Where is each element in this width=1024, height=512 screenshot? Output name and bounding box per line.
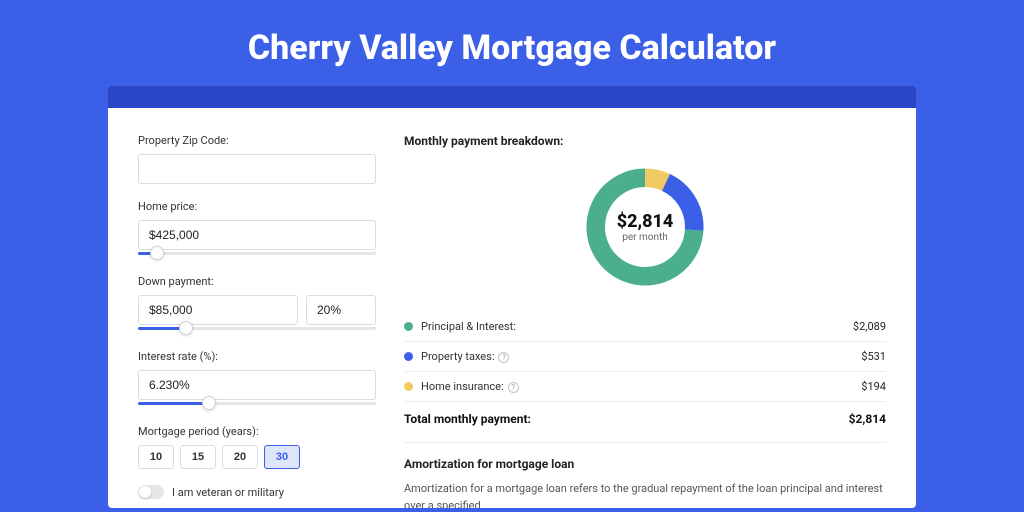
total-value: $2,814: [849, 412, 886, 426]
legend-value: $194: [861, 380, 886, 393]
interest-rate-input[interactable]: [138, 370, 376, 400]
mortgage-period-label: Mortgage period (years):: [138, 425, 376, 438]
down-payment-pct-input[interactable]: [306, 295, 376, 325]
veteran-label: I am veteran or military: [172, 486, 284, 499]
legend-label: Principal & Interest:: [421, 320, 853, 333]
down-payment-input[interactable]: [138, 295, 298, 325]
legend-row: Property taxes:?$531: [404, 342, 886, 372]
veteran-toggle[interactable]: [138, 485, 164, 499]
zip-input[interactable]: [138, 154, 376, 184]
mortgage-period-field: Mortgage period (years): 10152030: [138, 425, 376, 469]
donut-chart-wrap: $2,814 per month: [404, 162, 886, 292]
zip-field: Property Zip Code:: [138, 134, 376, 184]
legend-label: Home insurance:?: [421, 380, 861, 393]
zip-label: Property Zip Code:: [138, 134, 376, 147]
legend-row: Home insurance:?$194: [404, 372, 886, 402]
period-button-group: 10152030: [138, 445, 376, 469]
period-btn-20[interactable]: 20: [222, 445, 258, 469]
period-btn-10[interactable]: 10: [138, 445, 174, 469]
header-accent: [108, 86, 916, 108]
slider-thumb[interactable]: [202, 396, 216, 410]
home-price-input[interactable]: [138, 220, 376, 250]
donut-chart: $2,814 per month: [580, 162, 710, 292]
breakdown-heading: Monthly payment breakdown:: [404, 134, 886, 148]
amortization-text: Amortization for a mortgage loan refers …: [404, 481, 886, 508]
legend-dot: [404, 352, 413, 361]
period-btn-15[interactable]: 15: [180, 445, 216, 469]
donut-amount: $2,814: [617, 211, 674, 232]
slider-thumb[interactable]: [150, 246, 164, 260]
interest-rate-field: Interest rate (%):: [138, 350, 376, 409]
legend-row: Principal & Interest:$2,089: [404, 312, 886, 342]
down-payment-field: Down payment:: [138, 275, 376, 334]
donut-sub: per month: [622, 232, 668, 243]
info-icon[interactable]: ?: [508, 382, 519, 393]
total-label: Total monthly payment:: [404, 412, 849, 426]
home-price-slider[interactable]: [138, 249, 376, 259]
legend-label: Property taxes:?: [421, 350, 861, 363]
legend-value: $531: [861, 350, 886, 363]
info-icon[interactable]: ?: [498, 352, 509, 363]
total-row: Total monthly payment: $2,814: [404, 402, 886, 442]
legend-dot: [404, 322, 413, 331]
period-btn-30[interactable]: 30: [264, 445, 300, 469]
legend-dot: [404, 382, 413, 391]
veteran-row: I am veteran or military: [138, 485, 376, 499]
legend-value: $2,089: [853, 320, 886, 333]
amortization-title: Amortization for mortgage loan: [404, 442, 886, 471]
interest-rate-slider[interactable]: [138, 399, 376, 409]
down-payment-label: Down payment:: [138, 275, 376, 288]
interest-rate-label: Interest rate (%):: [138, 350, 376, 363]
legend-list: Principal & Interest:$2,089Property taxe…: [404, 312, 886, 402]
form-panel: Property Zip Code: Home price: Down paym…: [138, 134, 376, 508]
down-payment-slider[interactable]: [138, 324, 376, 334]
breakdown-panel: Monthly payment breakdown: $2,814 per mo…: [404, 134, 886, 508]
calculator-card: Property Zip Code: Home price: Down paym…: [108, 108, 916, 508]
slider-thumb[interactable]: [179, 321, 193, 335]
home-price-label: Home price:: [138, 200, 376, 213]
page-title: Cherry Valley Mortgage Calculator: [0, 0, 1024, 86]
home-price-field: Home price:: [138, 200, 376, 259]
